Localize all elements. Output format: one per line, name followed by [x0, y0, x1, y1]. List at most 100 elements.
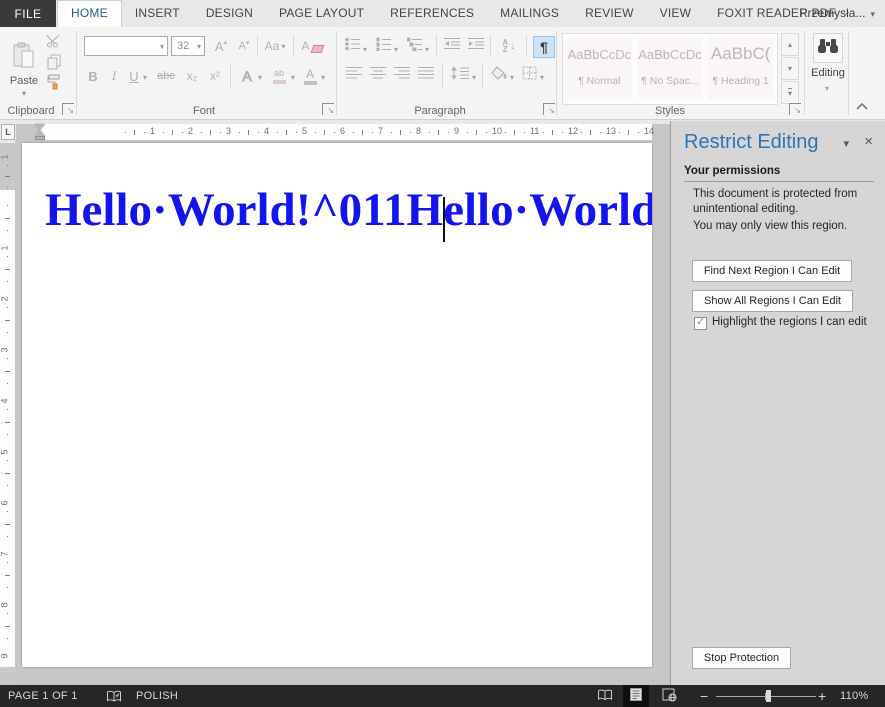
- style-card[interactable]: AaBbCcDc¶ Normal: [567, 37, 632, 99]
- zoom-in-button[interactable]: +: [818, 685, 826, 707]
- zoom-level[interactable]: 110%: [840, 685, 869, 707]
- style-card[interactable]: AaBbCcDc¶ No Spac...: [638, 37, 703, 99]
- ruler-tick: [562, 132, 563, 133]
- show-hide-formatting-button[interactable]: ¶: [533, 36, 555, 58]
- web-layout-button[interactable]: [656, 685, 682, 707]
- numbering-button[interactable]: [375, 38, 393, 54]
- styles-gallery-more-button[interactable]: ▾: [781, 81, 799, 104]
- text-effects-button[interactable]: A: [237, 66, 257, 86]
- tab-view[interactable]: VIEW: [647, 0, 704, 27]
- read-mode-button[interactable]: [592, 685, 618, 707]
- font-color-button[interactable]: A: [301, 65, 319, 87]
- grow-font-label: A: [215, 39, 224, 54]
- font-dialog-launcher-icon[interactable]: ↘: [322, 103, 334, 115]
- format-painter-button[interactable]: [44, 75, 64, 93]
- stop-protection-button[interactable]: Stop Protection: [692, 647, 791, 669]
- font-name-combo[interactable]: ▾: [84, 36, 168, 56]
- align-left-button[interactable]: [344, 66, 364, 84]
- styles-scroll-up-button[interactable]: ▴: [781, 33, 799, 56]
- styles-scroll-down-button[interactable]: ▾: [781, 57, 799, 80]
- bold-button[interactable]: B: [84, 66, 102, 86]
- sort-button[interactable]: A Z ↓: [496, 36, 522, 56]
- paragraph-dialog-launcher-icon[interactable]: ↘: [543, 103, 555, 115]
- bullets-button[interactable]: [344, 38, 362, 54]
- horizontal-ruler[interactable]: 1234567891011121314: [16, 124, 670, 140]
- zoom-slider-thumb[interactable]: [766, 690, 771, 702]
- pane-close-button[interactable]: ×: [864, 133, 873, 150]
- paste-button[interactable]: Paste ▾: [6, 32, 42, 106]
- tab-file[interactable]: FILE: [0, 0, 56, 27]
- tab-references[interactable]: REFERENCES: [377, 0, 487, 27]
- decrease-indent-button[interactable]: [442, 38, 462, 54]
- tab-stop-selector[interactable]: L: [1, 124, 15, 140]
- styles-dialog-launcher-icon[interactable]: ↘: [789, 103, 801, 115]
- copy-button[interactable]: [44, 55, 64, 73]
- subscript-button[interactable]: x₂: [182, 66, 202, 86]
- underline-button[interactable]: U: [126, 66, 142, 86]
- tab-mailings[interactable]: MAILINGS: [487, 0, 572, 27]
- shading-button[interactable]: [489, 66, 509, 84]
- sort-z-label: Z: [503, 46, 508, 53]
- tab-review[interactable]: REVIEW: [572, 0, 647, 27]
- font-color-bar-icon: [304, 81, 317, 85]
- superscript-button[interactable]: x²: [205, 66, 225, 86]
- ruler-tick: [362, 130, 363, 135]
- ruler-number: 13: [606, 126, 616, 136]
- ruler-tick: [581, 132, 582, 133]
- strikethrough-button[interactable]: abc: [153, 66, 179, 86]
- multilevel-list-button[interactable]: [406, 38, 424, 54]
- style-card[interactable]: AaBbC(¶ Heading 1: [708, 37, 773, 99]
- caret-up-icon: ▴: [788, 40, 792, 49]
- ruler-tick: [400, 130, 401, 135]
- pane-options-dropdown[interactable]: ▾: [843, 137, 849, 150]
- italic-button[interactable]: I: [105, 66, 123, 86]
- print-layout-button[interactable]: [623, 685, 649, 707]
- ruler-tick: [391, 132, 392, 133]
- align-right-icon: [394, 66, 411, 84]
- clipboard-dialog-launcher-icon[interactable]: ↘: [62, 103, 74, 115]
- document-page[interactable]: Hello·World!^011Hello·World: [22, 143, 652, 667]
- editing-find-button[interactable]: [813, 33, 843, 63]
- ruler-tick: [467, 132, 468, 133]
- tab-insert[interactable]: INSERT: [122, 0, 193, 27]
- highlight-color-button[interactable]: ab: [268, 65, 290, 87]
- change-case-button[interactable]: Aa▾: [262, 37, 288, 55]
- shrink-font-label: A: [239, 40, 246, 52]
- shrink-font-button[interactable]: A▾: [234, 37, 254, 55]
- clear-formatting-button[interactable]: A: [300, 37, 324, 55]
- document-canvas[interactable]: Hello·World!^011Hello·World: [15, 140, 670, 685]
- ruler-tick: [5, 371, 10, 372]
- show-all-regions-button[interactable]: Show All Regions I Can Edit: [692, 290, 853, 312]
- document-text[interactable]: Hello·World!^011Hello·World: [45, 183, 652, 237]
- ruler-number: 11: [530, 126, 539, 136]
- align-right-button[interactable]: [392, 66, 412, 84]
- chevron-down-icon: ▾: [843, 138, 849, 150]
- highlight-checkbox-label[interactable]: Highlight the regions I can edit: [712, 316, 867, 328]
- grow-font-button[interactable]: A▴: [211, 37, 231, 55]
- proofing-status-button[interactable]: [106, 690, 122, 707]
- line-spacing-button[interactable]: [449, 66, 471, 84]
- justify-button[interactable]: [416, 66, 436, 84]
- find-next-region-button[interactable]: Find Next Region I Can Edit: [692, 260, 852, 282]
- tab-home[interactable]: HOME: [57, 0, 122, 28]
- ruler-number: 8: [416, 126, 421, 136]
- language-indicator[interactable]: POLISH: [136, 685, 178, 707]
- user-account[interactable]: Przemysła...▾: [799, 0, 875, 27]
- tab-design[interactable]: DESIGN: [193, 0, 266, 27]
- editing-group-label[interactable]: Editing: [806, 67, 850, 79]
- tab-page-layout[interactable]: PAGE LAYOUT: [266, 0, 377, 27]
- ruler-tick: [7, 638, 8, 639]
- borders-button[interactable]: [520, 66, 538, 84]
- ruler-tick: [277, 132, 278, 133]
- cut-button[interactable]: [44, 35, 64, 51]
- align-center-button[interactable]: [368, 66, 388, 84]
- zoom-out-button[interactable]: −: [700, 685, 708, 707]
- increase-indent-button[interactable]: [466, 38, 486, 54]
- collapse-ribbon-button[interactable]: [856, 97, 868, 115]
- vertical-ruler[interactable]: 1123456789: [0, 143, 15, 685]
- ruler-tick: [5, 524, 10, 525]
- page-indicator[interactable]: PAGE 1 OF 1: [8, 685, 78, 707]
- scissors-icon: [46, 34, 62, 53]
- font-size-combo[interactable]: 32▾: [171, 36, 205, 56]
- highlight-checkbox[interactable]: ✓: [694, 317, 707, 330]
